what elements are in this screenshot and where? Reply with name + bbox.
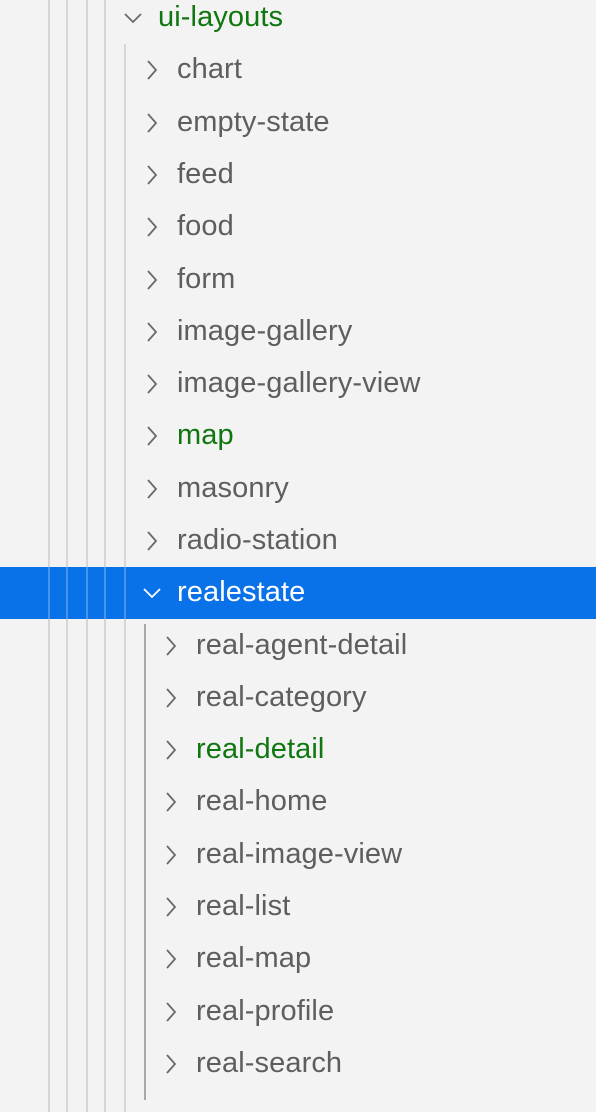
tree-item-map[interactable]: map xyxy=(0,410,596,462)
tree-item-empty-state[interactable]: empty-state xyxy=(0,97,596,149)
chevron-right-icon[interactable] xyxy=(145,373,159,394)
chevron-right-icon[interactable] xyxy=(164,1053,178,1074)
tree-item-label: ui-layouts xyxy=(158,1,284,33)
tree-item-chart[interactable]: chart xyxy=(0,44,596,96)
chevron-right-icon[interactable] xyxy=(145,321,159,342)
chevron-right-icon[interactable] xyxy=(164,844,178,865)
chevron-down-icon[interactable] xyxy=(142,586,161,600)
indent-guide xyxy=(104,567,106,619)
tree-item-image-gallery-view[interactable]: image-gallery-view xyxy=(0,358,596,410)
tree-item-label: real-home xyxy=(196,785,328,817)
chevron-right-icon[interactable] xyxy=(145,530,159,551)
indent-guide xyxy=(124,567,126,619)
chevron-right-icon[interactable] xyxy=(145,478,159,499)
tree-item-real-image-view[interactable]: real-image-view xyxy=(0,829,596,881)
tree-item-form[interactable]: form xyxy=(0,254,596,306)
tree-item-label: radio-station xyxy=(177,524,338,556)
chevron-right-icon[interactable] xyxy=(164,739,178,760)
tree-item-label: real-search xyxy=(196,1047,343,1079)
tree-item-masonry[interactable]: masonry xyxy=(0,463,596,515)
chevron-right-icon[interactable] xyxy=(145,112,159,133)
tree-item-label: map xyxy=(177,419,234,451)
tree-item-label: real-agent-detail xyxy=(196,629,408,661)
tree-item-label: real-profile xyxy=(196,995,335,1027)
chevron-right-icon[interactable] xyxy=(164,1001,178,1022)
tree-item-label: realestate xyxy=(177,576,306,608)
tree-item-label: masonry xyxy=(177,472,289,504)
tree-item-real-detail[interactable]: real-detail xyxy=(0,724,596,776)
chevron-right-icon[interactable] xyxy=(164,791,178,812)
chevron-right-icon[interactable] xyxy=(145,59,159,80)
tree-item-label: real-category xyxy=(196,681,367,713)
tree-item-label: feed xyxy=(177,158,234,190)
indent-guide xyxy=(86,567,88,619)
tree-item-real-category[interactable]: real-category xyxy=(0,672,596,724)
chevron-right-icon[interactable] xyxy=(164,948,178,969)
tree-item-label: real-map xyxy=(196,942,312,974)
tree-item-feed[interactable]: feed xyxy=(0,149,596,201)
chevron-right-icon[interactable] xyxy=(145,425,159,446)
chevron-right-icon[interactable] xyxy=(145,269,159,290)
chevron-right-icon[interactable] xyxy=(164,687,178,708)
indent-guide xyxy=(66,567,68,619)
tree-item-label: image-gallery-view xyxy=(177,367,421,399)
tree-item-label: form xyxy=(177,263,236,295)
tree-item-label: real-list xyxy=(196,890,291,922)
tree-item-food[interactable]: food xyxy=(0,201,596,253)
chevron-right-icon[interactable] xyxy=(164,896,178,917)
tree-item-label: empty-state xyxy=(177,106,330,138)
indent-guide xyxy=(48,567,50,619)
tree-item-label: food xyxy=(177,210,234,242)
tree-item-label: real-image-view xyxy=(196,838,403,870)
tree-item-real-home[interactable]: real-home xyxy=(0,776,596,828)
tree-item-label: image-gallery xyxy=(177,315,353,347)
tree-item-realestate[interactable]: realestate xyxy=(0,567,596,619)
tree-item-real-list[interactable]: real-list xyxy=(0,881,596,933)
tree-item-label: real-detail xyxy=(196,733,325,765)
tree-item-ui-layouts[interactable]: ui-layouts xyxy=(0,0,596,44)
tree-item-real-agent-detail[interactable]: real-agent-detail xyxy=(0,620,596,672)
chevron-right-icon[interactable] xyxy=(145,216,159,237)
chevron-right-icon[interactable] xyxy=(164,635,178,656)
tree-item-real-search[interactable]: real-search xyxy=(0,1038,596,1090)
tree-item-label: chart xyxy=(177,53,242,85)
chevron-right-icon[interactable] xyxy=(145,164,159,185)
tree-item-radio-station[interactable]: radio-station xyxy=(0,515,596,567)
chevron-down-icon[interactable] xyxy=(123,11,142,25)
tree-item-image-gallery[interactable]: image-gallery xyxy=(0,306,596,358)
tree-item-real-profile[interactable]: real-profile xyxy=(0,986,596,1038)
tree-item-real-map[interactable]: real-map xyxy=(0,933,596,985)
